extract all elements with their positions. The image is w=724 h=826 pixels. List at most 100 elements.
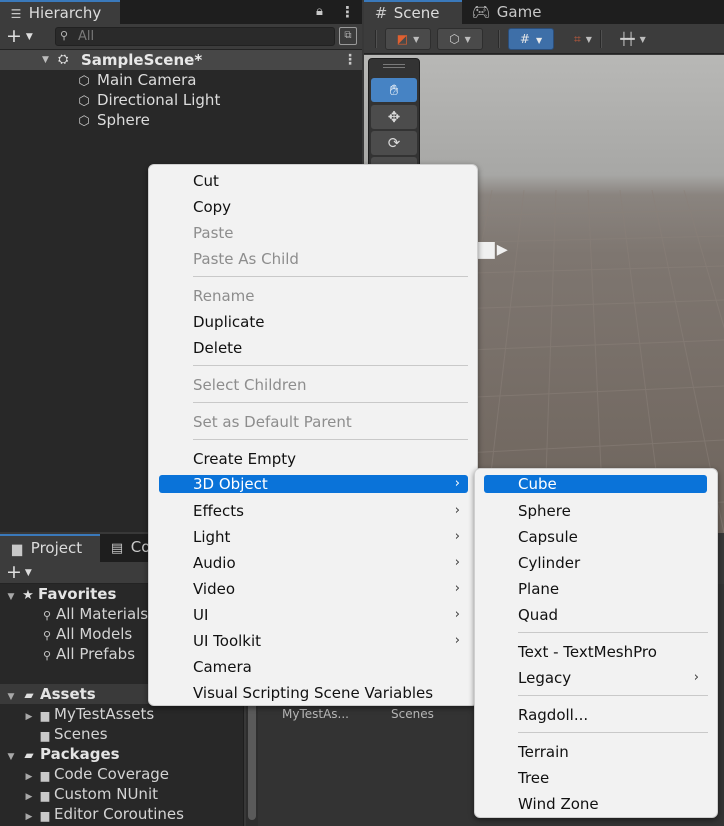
menu-item-video[interactable]: Video › bbox=[159, 576, 468, 602]
hierarchy-item-main-camera[interactable]: ⬡ Main Camera bbox=[74, 70, 196, 90]
rotate-tool-button[interactable]: ⟳ bbox=[371, 131, 417, 155]
chevron-down-icon[interactable]: ▼ bbox=[42, 50, 54, 70]
menu-item-cut[interactable]: Cut bbox=[193, 168, 463, 194]
view-options-dropdown[interactable]: ┿┿ ▼ bbox=[608, 28, 658, 50]
favorites-label: Favorites bbox=[38, 585, 117, 603]
packages-header[interactable]: ▼ ▰ Packages bbox=[0, 744, 244, 764]
tab-game[interactable]: 🎮︎ Game bbox=[470, 0, 541, 24]
menu-item-select-children[interactable]: Select Children bbox=[193, 372, 463, 398]
camera-gizmo-icon[interactable]: ■▸ bbox=[476, 238, 508, 262]
scene-name: SampleScene* bbox=[81, 51, 203, 69]
menu-item-label: Video bbox=[193, 580, 236, 598]
menu-item-duplicate[interactable]: Duplicate bbox=[193, 309, 463, 335]
submenu-item-tree[interactable]: Tree bbox=[518, 765, 698, 791]
submenu-item-plane[interactable]: Plane bbox=[518, 576, 698, 602]
menu-item-label: UI bbox=[193, 606, 209, 624]
draw-mode-dropdown[interactable]: ◩ ▼ bbox=[385, 28, 431, 50]
scrollbar-thumb[interactable] bbox=[248, 700, 256, 820]
menu-item-label: Legacy bbox=[518, 669, 572, 687]
asset-folder-mytestassets[interactable]: ▶ ▆ MyTestAssets bbox=[22, 704, 155, 724]
menu-item-create-empty[interactable]: Create Empty bbox=[193, 446, 463, 472]
submenu-item-terrain[interactable]: Terrain bbox=[518, 739, 698, 765]
submenu-item-cylinder[interactable]: Cylinder bbox=[518, 550, 698, 576]
assets-label: Assets bbox=[40, 685, 96, 703]
chevron-down-icon: ▼ bbox=[535, 36, 543, 45]
menu-separator bbox=[193, 439, 468, 440]
submenu-item-legacy[interactable]: Legacy › bbox=[484, 665, 707, 691]
menu-separator bbox=[193, 365, 468, 366]
menu-item-rename[interactable]: Rename bbox=[193, 283, 463, 309]
submenu-item-wind-zone[interactable]: Wind Zone bbox=[518, 791, 698, 817]
folder-icon: ▆ bbox=[12, 542, 22, 557]
favorite-all-materials[interactable]: ⚲ All Materials bbox=[38, 604, 148, 624]
hand-tool-button[interactable]: ✋︎ bbox=[371, 78, 417, 102]
gameobject-icon: ⬡ bbox=[78, 114, 90, 129]
submenu-item-sphere[interactable]: Sphere bbox=[518, 498, 698, 524]
tab-project[interactable]: ▆ Project bbox=[0, 534, 100, 562]
hierarchy-item-sphere[interactable]: ⬡ Sphere bbox=[74, 110, 150, 130]
chevron-down-icon: ▼ bbox=[24, 567, 32, 578]
menu-item-paste-as-child[interactable]: Paste As Child bbox=[193, 246, 463, 272]
scene-options-icon[interactable]: ⋮ bbox=[343, 50, 357, 70]
package-custom-nunit[interactable]: ▶ ▆ Custom NUnit bbox=[22, 784, 158, 804]
menu-item-copy[interactable]: Copy bbox=[193, 194, 463, 220]
asset-tile-mytestassets[interactable]: MyTestAs... bbox=[282, 706, 349, 722]
favorite-label: All Prefabs bbox=[56, 645, 136, 663]
chevron-down-icon: ▼ bbox=[585, 34, 592, 44]
packages-label: Packages bbox=[40, 745, 120, 763]
package-editor-coroutines[interactable]: ▶ ▆ Editor Coroutines bbox=[22, 804, 184, 824]
rotate-icon: ⟳ bbox=[387, 134, 401, 152]
gizmo-dropdown[interactable]: ⬡ ▼ bbox=[437, 28, 483, 50]
menu-item-3d-object[interactable]: 3D Object › bbox=[159, 475, 468, 493]
ruler-icon: ┿┿ bbox=[620, 32, 635, 46]
asset-folder-scenes[interactable]: ▆ Scenes bbox=[36, 724, 108, 744]
project-create-button[interactable]: + ▼ bbox=[6, 562, 32, 583]
search-by-type-icon[interactable]: ⧉ bbox=[339, 27, 357, 45]
asset-tile-scenes[interactable]: Scenes bbox=[391, 706, 434, 722]
hierarchy-item-label: Main Camera bbox=[97, 71, 197, 89]
menu-item-effects[interactable]: Effects › bbox=[159, 498, 468, 524]
hierarchy-item-directional-light[interactable]: ⬡ Directional Light bbox=[74, 90, 220, 110]
favorite-all-prefabs[interactable]: ⚲ All Prefabs bbox=[38, 644, 135, 664]
menu-item-audio[interactable]: Audio › bbox=[159, 550, 468, 576]
package-code-coverage[interactable]: ▶ ▆ Code Coverage bbox=[22, 764, 170, 784]
draw-mode-icon: ◩ bbox=[396, 32, 409, 46]
tab-hierarchy[interactable]: ☰ Hierarchy bbox=[0, 0, 120, 24]
grid-icon: # bbox=[519, 32, 530, 46]
plus-icon: + bbox=[6, 25, 22, 47]
menu-item-label: 3D Object bbox=[193, 475, 268, 493]
folder-icon: ▆ bbox=[40, 789, 50, 802]
more-options-icon[interactable]: ⋮ bbox=[340, 2, 355, 22]
submenu-item-quad[interactable]: Quad bbox=[518, 602, 698, 628]
menu-item-paste[interactable]: Paste bbox=[193, 220, 463, 246]
menu-item-ui-toolkit[interactable]: UI Toolkit › bbox=[159, 628, 468, 654]
grid-snap-dropdown[interactable]: # ▼ bbox=[508, 28, 554, 50]
project-tab-label: Project bbox=[30, 539, 83, 557]
submenu-item-text-textmeshpro[interactable]: Text - TextMeshPro bbox=[518, 639, 698, 665]
chevron-down-icon: ▼ bbox=[413, 34, 420, 44]
menu-item-ui[interactable]: UI › bbox=[159, 602, 468, 628]
submenu-item-ragdoll[interactable]: Ragdoll... bbox=[518, 702, 698, 728]
menu-item-visual-scripting-scene-variables[interactable]: Visual Scripting Scene Variables bbox=[193, 680, 463, 706]
search-icon: ⚲ bbox=[42, 649, 52, 662]
favorite-label: All Models bbox=[56, 625, 133, 643]
palette-grip[interactable] bbox=[383, 64, 405, 68]
move-tool-button[interactable]: ✥ bbox=[371, 105, 417, 129]
package-label: Custom NUnit bbox=[54, 785, 158, 803]
hierarchy-search-input[interactable] bbox=[55, 27, 335, 46]
menu-item-light[interactable]: Light › bbox=[159, 524, 468, 550]
console-icon: ▤ bbox=[110, 541, 124, 556]
lock-icon[interactable]: 🔒︎ bbox=[316, 2, 332, 22]
create-dropdown-button[interactable]: + ▼ bbox=[6, 26, 42, 48]
tab-scene[interactable]: # Scene bbox=[364, 0, 462, 24]
folder-icon: ▆ bbox=[40, 709, 50, 722]
submenu-item-cube[interactable]: Cube bbox=[484, 475, 707, 493]
favorite-all-models[interactable]: ⚲ All Models bbox=[38, 624, 132, 644]
tab-console[interactable]: ▤ Co bbox=[108, 534, 151, 562]
menu-item-delete[interactable]: Delete bbox=[193, 335, 463, 361]
menu-separator bbox=[518, 695, 708, 696]
menu-item-set-default-parent[interactable]: Set as Default Parent bbox=[193, 409, 463, 435]
submenu-item-capsule[interactable]: Capsule bbox=[518, 524, 698, 550]
menu-item-label: Effects bbox=[193, 502, 244, 520]
menu-item-camera[interactable]: Camera bbox=[193, 654, 463, 680]
